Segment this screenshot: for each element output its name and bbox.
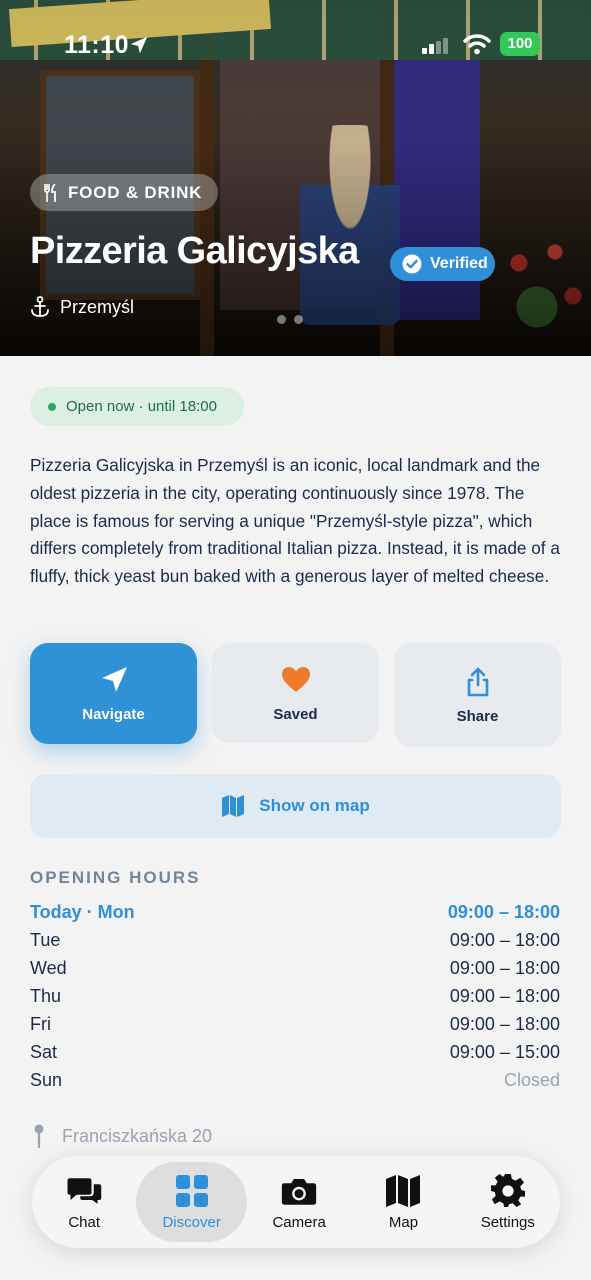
open-status-label: Open now · until 18:00 bbox=[66, 398, 217, 415]
open-dot-icon bbox=[48, 402, 56, 411]
tab-camera-label: Camera bbox=[272, 1213, 326, 1231]
tab-bar: Chat Discover Camera Map Settings bbox=[32, 1156, 560, 1248]
hours-row: Tue 09:00 – 18:00 bbox=[30, 926, 560, 954]
tab-discover[interactable]: Discover bbox=[136, 1162, 247, 1242]
navigate-button[interactable]: Navigate bbox=[30, 643, 197, 744]
hours-day: Tue bbox=[30, 929, 61, 950]
hours-row: Sun Closed bbox=[30, 1066, 560, 1094]
tab-chat[interactable]: Chat bbox=[32, 1162, 136, 1242]
hours-row: Wed 09:00 – 18:00 bbox=[30, 954, 560, 982]
wifi-icon bbox=[463, 34, 491, 55]
carousel-dot[interactable] bbox=[277, 315, 286, 324]
carousel-dot[interactable] bbox=[294, 315, 303, 324]
hours-time: 09:00 – 18:00 bbox=[449, 1013, 560, 1034]
location-arrow-icon bbox=[130, 36, 148, 54]
tab-map[interactable]: Map bbox=[351, 1162, 455, 1242]
saved-button[interactable]: Saved bbox=[212, 643, 379, 743]
hours-day: Sat bbox=[30, 1041, 58, 1062]
category-chip[interactable]: FOOD & DRINK bbox=[30, 174, 219, 211]
signal-icon bbox=[422, 38, 448, 54]
opening-hours-heading: OPENING HOURS bbox=[30, 868, 201, 887]
verified-badge-icon bbox=[402, 254, 422, 274]
share-button[interactable]: Share bbox=[394, 643, 561, 747]
status-bar: 11:10 100 bbox=[0, 28, 591, 64]
tab-settings[interactable]: Settings bbox=[456, 1162, 560, 1242]
opening-hours-list: Today · Mon 09:00 – 18:00 Tue 09:00 – 18… bbox=[30, 898, 560, 1094]
hours-day: Thu bbox=[30, 985, 62, 1006]
pin-icon bbox=[34, 1124, 44, 1148]
place-description: Pizzeria Galicyjska in Przemyśl is an ic… bbox=[30, 455, 560, 587]
heart-icon bbox=[281, 666, 310, 692]
share-label: Share bbox=[456, 707, 499, 725]
place-location: Przemyśl bbox=[30, 296, 134, 318]
battery-indicator: 100 bbox=[500, 32, 540, 56]
place-title: Pizzeria Galicyjska bbox=[30, 230, 359, 272]
hours-day: Wed bbox=[30, 957, 67, 978]
hours-time: 09:00 – 18:00 bbox=[449, 985, 560, 1006]
category-label: FOOD & DRINK bbox=[68, 182, 203, 202]
saved-label: Saved bbox=[273, 705, 318, 723]
hours-time: 09:00 – 18:00 bbox=[447, 901, 560, 922]
grid-icon bbox=[175, 1174, 208, 1207]
carousel-dots[interactable] bbox=[277, 315, 303, 324]
gear-icon bbox=[490, 1173, 525, 1207]
verified-badge: Verified bbox=[390, 247, 495, 281]
tab-discover-label: Discover bbox=[162, 1213, 221, 1231]
tab-map-label: Map bbox=[388, 1213, 419, 1231]
hours-row: Thu 09:00 – 18:00 bbox=[30, 982, 560, 1010]
tab-settings-label: Settings bbox=[480, 1213, 535, 1231]
hours-row: Sat 09:00 – 15:00 bbox=[30, 1038, 560, 1066]
tab-chat-label: Chat bbox=[68, 1213, 100, 1231]
tab-camera[interactable]: Camera bbox=[247, 1162, 351, 1242]
hours-time: 09:00 – 18:00 bbox=[449, 957, 560, 978]
camera-icon bbox=[281, 1178, 317, 1205]
show-on-map-button[interactable]: Show on map bbox=[30, 774, 561, 838]
location-label: Przemyśl bbox=[60, 296, 135, 317]
hours-time: 09:00 – 15:00 bbox=[449, 1041, 560, 1062]
address-row[interactable]: Franciszkańska 20 bbox=[30, 1124, 212, 1148]
hours-row: Fri 09:00 – 18:00 bbox=[30, 1010, 560, 1038]
map-icon bbox=[222, 795, 245, 817]
address-label: Franciszkańska 20 bbox=[62, 1125, 213, 1146]
map-icon bbox=[386, 1174, 421, 1207]
hours-row-today: Today · Mon 09:00 – 18:00 bbox=[30, 898, 560, 926]
share-icon bbox=[467, 667, 488, 696]
hours-day: Today · Mon bbox=[30, 901, 135, 922]
status-time: 11:10 bbox=[64, 31, 130, 59]
fork-knife-icon bbox=[44, 183, 56, 202]
anchor-icon bbox=[31, 296, 49, 317]
open-status-badge: Open now · until 18:00 bbox=[30, 387, 244, 426]
verified-label: Verified bbox=[430, 255, 488, 272]
show-on-map-label: Show on map bbox=[259, 796, 370, 815]
navigate-label: Navigate bbox=[82, 706, 145, 723]
hours-time: 09:00 – 18:00 bbox=[449, 929, 560, 950]
hours-day: Fri bbox=[30, 1013, 51, 1034]
hours-day: Sun bbox=[30, 1069, 63, 1090]
hours-time: Closed bbox=[503, 1069, 560, 1090]
chat-icon bbox=[67, 1177, 102, 1204]
send-arrow-icon bbox=[101, 667, 127, 692]
